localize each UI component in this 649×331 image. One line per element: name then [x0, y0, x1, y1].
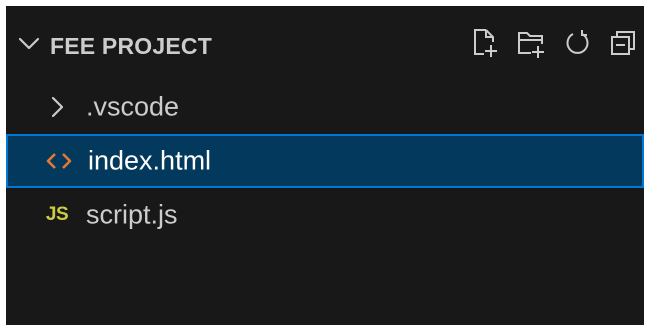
section-title[interactable]: FEE PROJECT: [50, 33, 212, 59]
collapse-all-icon: [611, 31, 635, 55]
tree-item-label: script.js: [86, 199, 178, 230]
tree-item-vscode-folder[interactable]: .vscode: [6, 80, 644, 134]
refresh-button[interactable]: [562, 26, 592, 60]
new-file-button[interactable]: [470, 26, 500, 60]
refresh-icon: [566, 30, 589, 54]
explorer-actions: [470, 26, 638, 60]
explorer-panel: FEE PROJECT .vscode index.html JS script…: [6, 6, 644, 325]
new-file-icon: [474, 29, 497, 57]
new-folder-icon: [518, 32, 544, 58]
html-file-icon: [46, 148, 72, 174]
new-folder-button[interactable]: [516, 26, 546, 60]
tree-item-label: index.html: [88, 145, 212, 176]
js-badge: JS: [45, 204, 69, 225]
chevron-right-icon: [44, 94, 70, 120]
collapse-all-button[interactable]: [608, 26, 638, 60]
tree-item-script-js[interactable]: JS script.js: [6, 188, 644, 242]
tree-item-index-html[interactable]: index.html: [6, 134, 644, 188]
explorer-section-header[interactable]: FEE PROJECT: [6, 6, 644, 78]
file-tree: .vscode index.html JS script.js: [6, 80, 644, 242]
js-file-icon: JS: [44, 202, 70, 228]
chevron-down-icon[interactable]: [18, 37, 40, 51]
tree-item-label: .vscode: [86, 91, 180, 122]
